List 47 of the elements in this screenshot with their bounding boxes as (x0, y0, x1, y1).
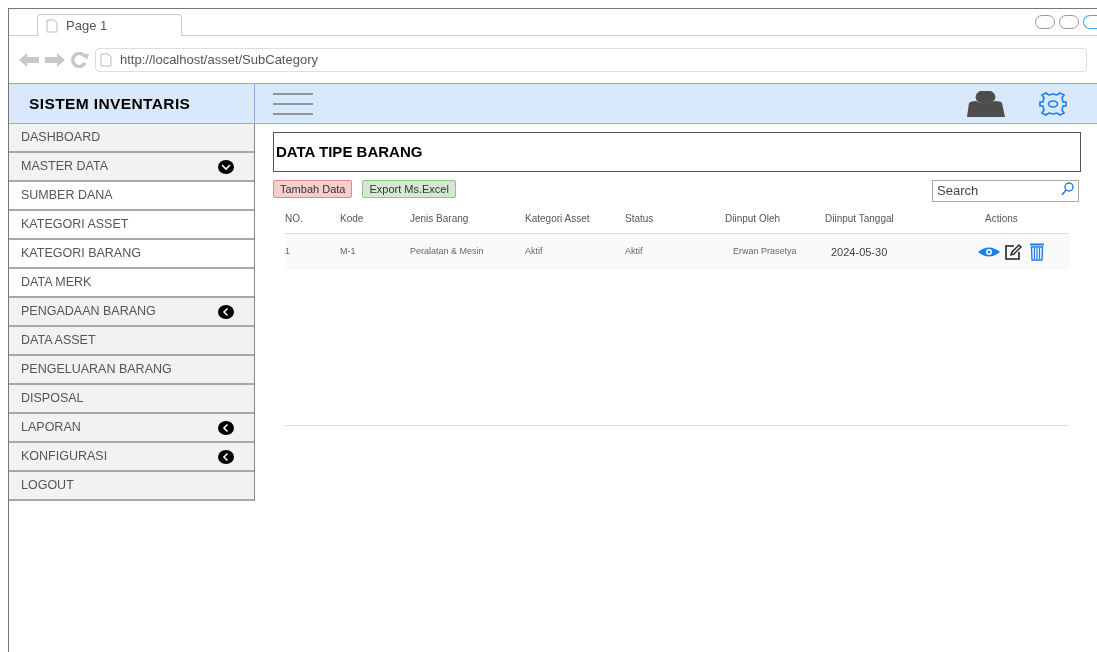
table-cell-text: 1 (285, 245, 291, 259)
sidebar-item[interactable]: KONFIGURASI (9, 443, 254, 472)
sidebar-item[interactable]: LAPORAN (9, 414, 254, 443)
export-button[interactable]: Export Ms.Excel (362, 180, 456, 198)
chevron-left-icon (218, 420, 234, 435)
add-data-button[interactable]: Tambah Data (273, 180, 353, 198)
column-header: Diinput Tanggal (825, 212, 895, 226)
column-header: Jenis Barang (410, 212, 470, 226)
sidebar-item[interactable]: PENGELUARAN BARANG (9, 356, 254, 385)
reload-icon[interactable] (71, 51, 89, 68)
table-cell-text: Erwan Prasetya (732, 245, 798, 259)
table-cell-text: 2024-05-30 (830, 244, 889, 260)
sidebar-item[interactable]: DISPOSAL (9, 385, 254, 414)
trash-icon[interactable] (1030, 243, 1044, 261)
table-cell-text: Aktif (525, 245, 544, 259)
column-header: Kategori Asset (525, 212, 591, 226)
column-header: Actions (984, 212, 1019, 226)
search-icon[interactable] (1061, 182, 1074, 196)
page-title: DATA TIPE BARANG (276, 141, 423, 162)
chevron-left-icon (218, 449, 234, 464)
page-icon (46, 18, 58, 33)
sidebar-item[interactable]: LOGOUT (9, 472, 254, 501)
table-cell-text: M-1 (340, 245, 357, 259)
eye-icon[interactable] (977, 246, 1001, 258)
back-arrow-icon[interactable] (19, 52, 39, 67)
browser-tab[interactable]: Page 1 (37, 14, 182, 36)
column-header: Status (625, 212, 655, 226)
sidebar-item[interactable]: PENGADAAN BARANG (9, 298, 254, 327)
chevron-down-icon (218, 159, 234, 174)
page-icon (100, 52, 112, 67)
chevron-left-icon (218, 304, 234, 319)
sidebar-item[interactable]: DASHBOARD (9, 124, 254, 153)
forward-arrow-icon[interactable] (45, 52, 65, 67)
menu-icon[interactable] (273, 92, 313, 115)
sidebar-item[interactable]: DATA ASSET (9, 327, 254, 356)
search-field[interactable]: Search (932, 179, 1079, 202)
column-header: Diinput Oleh (725, 212, 782, 226)
column-header: NO. (285, 212, 304, 226)
settings-icon[interactable] (1037, 91, 1069, 116)
table-cell-text: Peralatan & Mesin (410, 245, 485, 259)
edit-icon[interactable] (1005, 244, 1022, 260)
user-icon[interactable] (964, 90, 1007, 117)
app-title: SISTEM INVENTARIS (29, 93, 191, 114)
address-bar[interactable]: http://localhost/asset/SubCategory (95, 47, 1087, 72)
column-header: Kode (340, 212, 365, 226)
table-cell-text: Aktif (625, 245, 644, 259)
sidebar-item[interactable]: MASTER DATA (9, 153, 254, 182)
